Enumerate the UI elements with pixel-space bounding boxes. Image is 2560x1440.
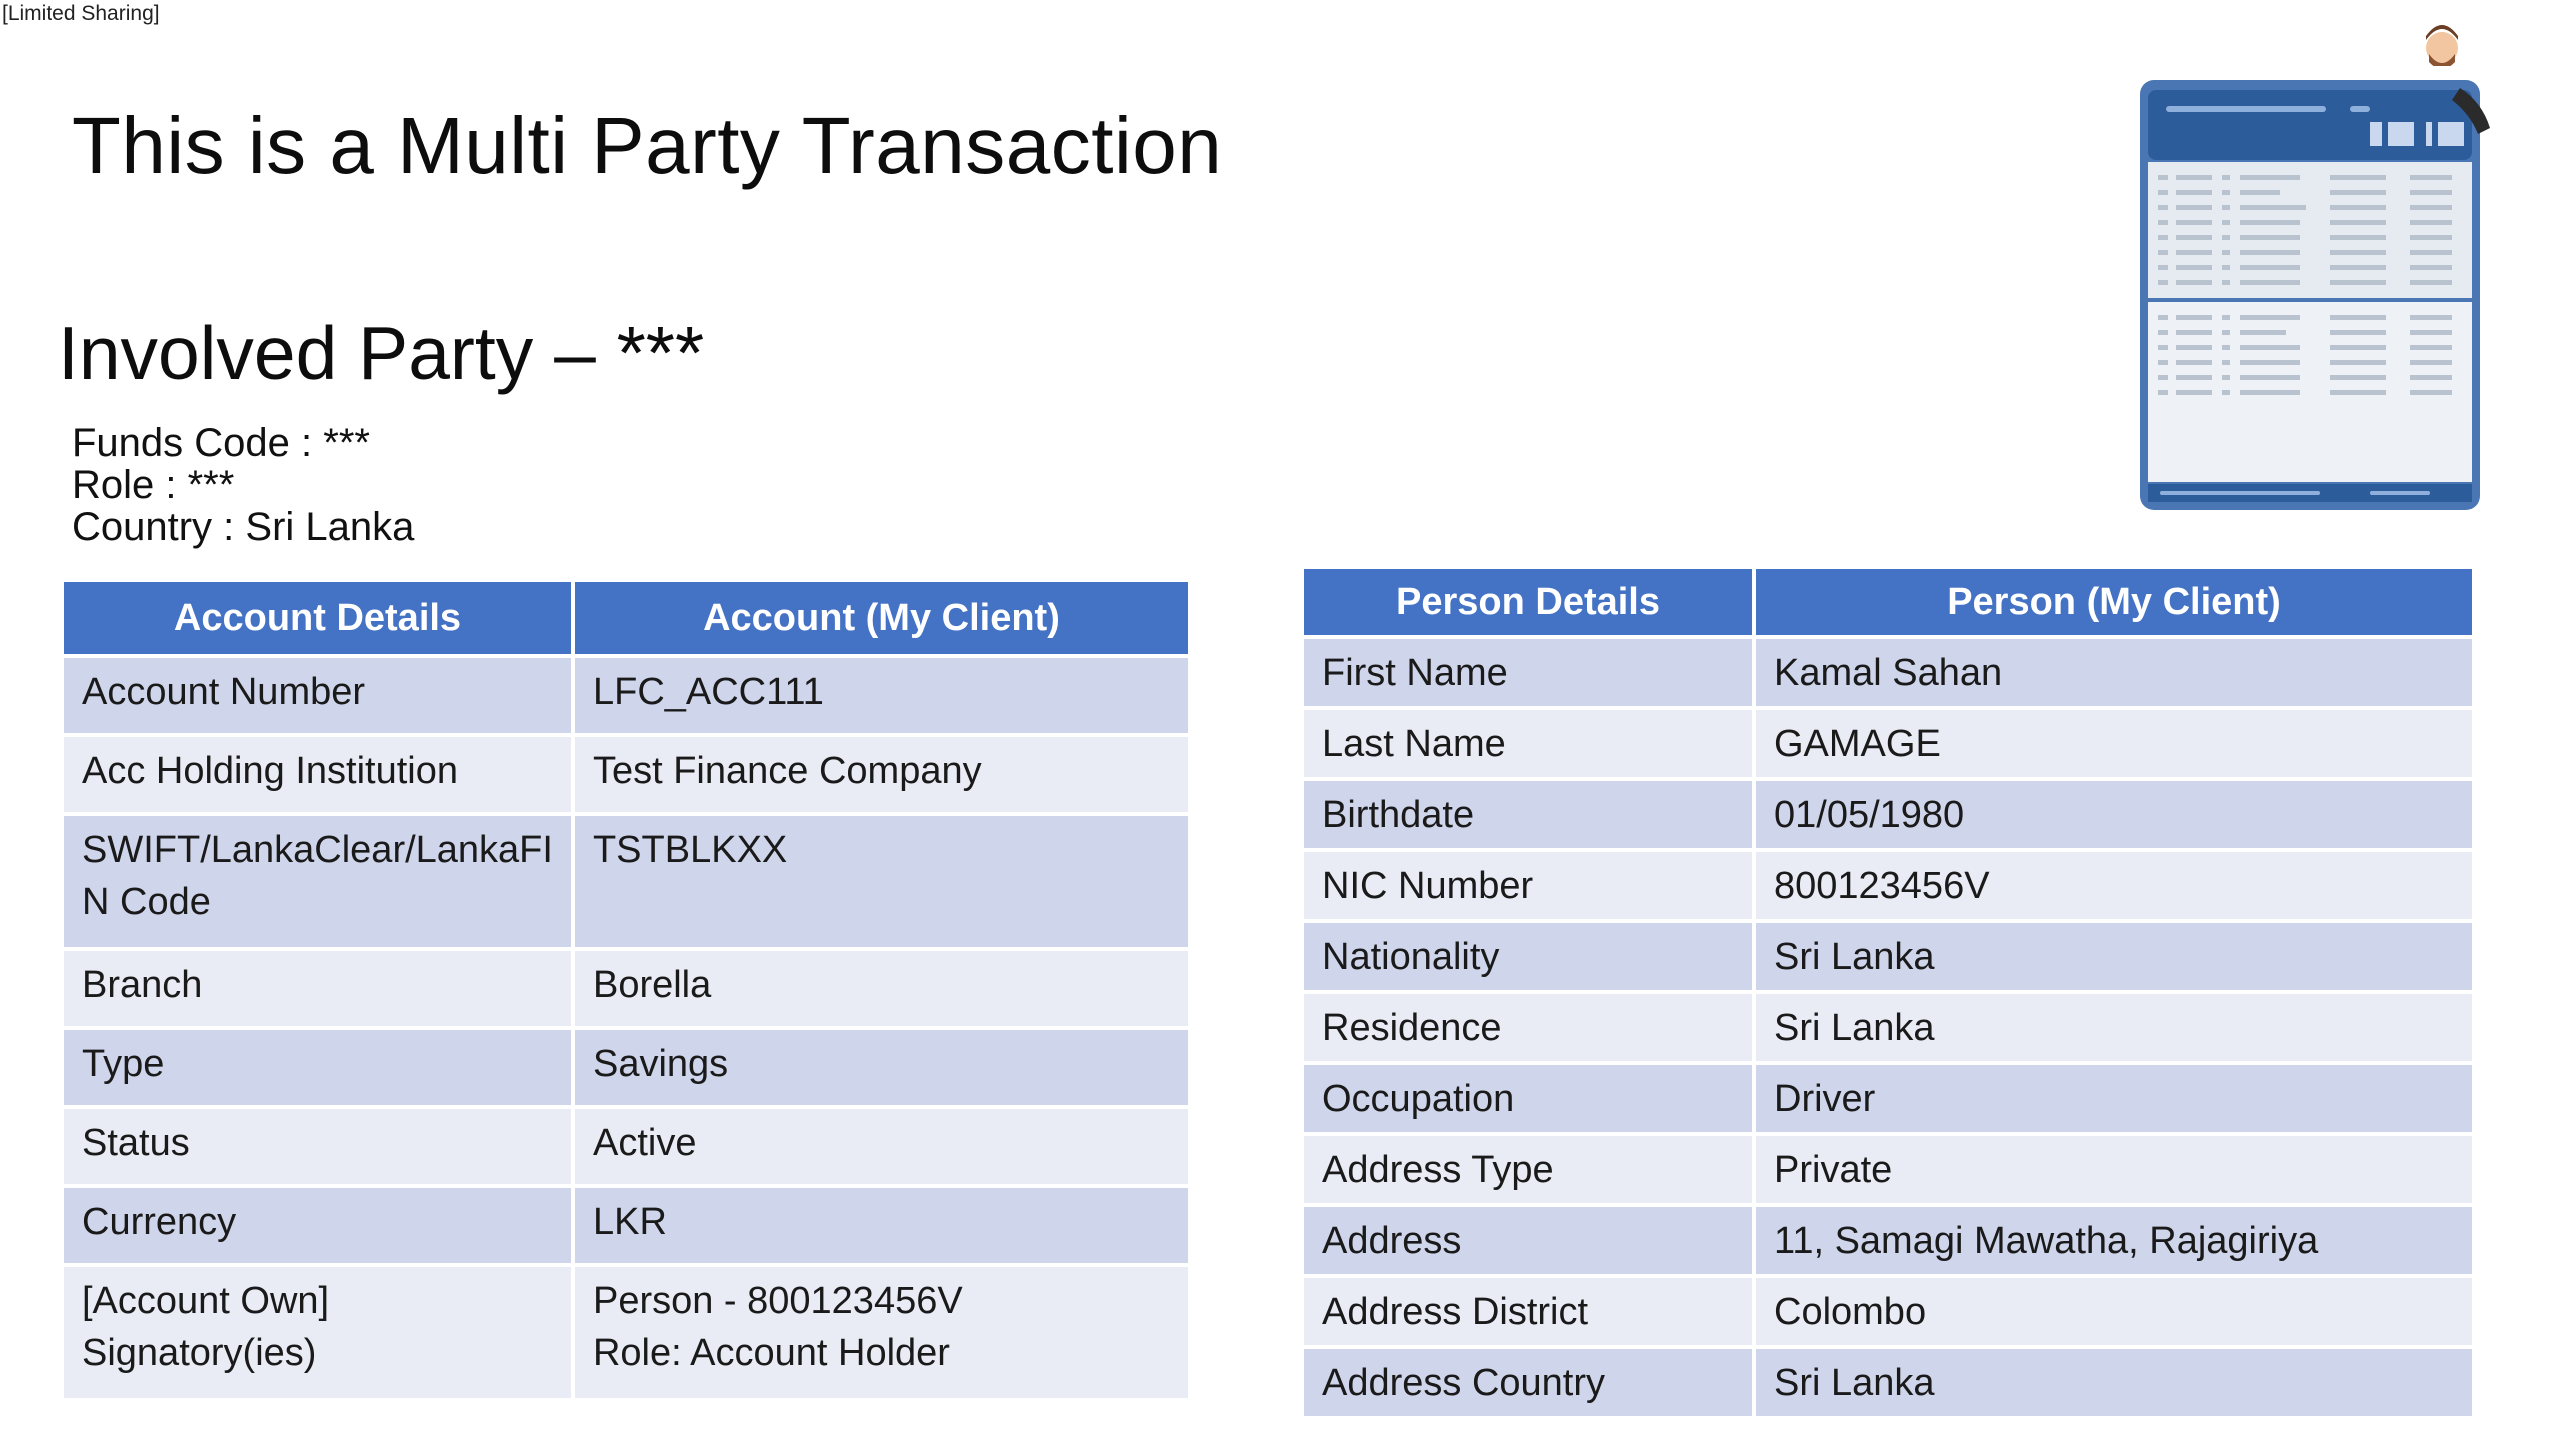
- person-details-table: Person Details Person (My Client) First …: [1304, 569, 2472, 1420]
- table-row-value: Sri Lanka: [1754, 921, 2472, 994]
- person-client-header: Person (My Client): [1754, 569, 2472, 639]
- table-row-value: Person - 800123456V Role: Account Holder: [572, 1265, 1188, 1402]
- table-row-value: Borella: [572, 949, 1188, 1030]
- table-row-value: Sri Lanka: [1754, 1347, 2472, 1420]
- table-row-value: TSTBLKXX: [572, 814, 1188, 951]
- table-row-label: Address District: [1304, 1276, 1756, 1349]
- person-details-header: Person Details: [1304, 569, 1756, 639]
- table-row-label: Address Type: [1304, 1134, 1756, 1207]
- table-row-label: Branch: [64, 949, 575, 1030]
- table-row-value: Private: [1754, 1134, 2472, 1207]
- funds-code-text: Funds Code : ***: [72, 421, 370, 465]
- limited-sharing-banner: [Limited Sharing]: [2, 2, 160, 25]
- table-row-value: Savings: [572, 1028, 1188, 1109]
- table-row-value: 01/05/1980: [1754, 779, 2472, 852]
- table-row-value: Test Finance Company: [572, 735, 1188, 816]
- table-row-value: Sri Lanka: [1754, 992, 2472, 1065]
- party-meta: Funds Code : *** Role : *** Country : Sr…: [72, 422, 414, 548]
- table-row-value: Active: [572, 1107, 1188, 1188]
- table-row-label: SWIFT/LankaClear/LankaFI N Code: [64, 814, 575, 951]
- table-row-value: 11, Samagi Mawatha, Rajagiriya: [1754, 1205, 2472, 1278]
- table-row-value: Colombo: [1754, 1276, 2472, 1349]
- table-row-value: 800123456V: [1754, 850, 2472, 923]
- table-row-label: Account Number: [64, 656, 575, 737]
- account-client-header: Account (My Client): [572, 582, 1188, 658]
- table-row-label: Address: [1304, 1205, 1756, 1278]
- account-details-table: Account Details Account (My Client) Acco…: [64, 582, 1188, 1402]
- table-row-label: Address Country: [1304, 1347, 1756, 1420]
- table-row-label: Status: [64, 1107, 575, 1188]
- table-row-label: Type: [64, 1028, 575, 1109]
- table-row-value: LKR: [572, 1186, 1188, 1267]
- table-row-label: Residence: [1304, 992, 1756, 1065]
- table-row-label: Last Name: [1304, 708, 1756, 781]
- spreadsheet-board: [2140, 80, 2480, 510]
- table-row-value: Kamal Sahan: [1754, 637, 2472, 710]
- table-row-label: NIC Number: [1304, 850, 1756, 923]
- role-text: Role : ***: [72, 463, 235, 507]
- table-row-label: Occupation: [1304, 1063, 1756, 1136]
- table-row-label: Acc Holding Institution: [64, 735, 575, 816]
- table-row-label: Currency: [64, 1186, 575, 1267]
- table-row-label: Nationality: [1304, 921, 1756, 994]
- table-row-label: [Account Own] Signatory(ies): [64, 1265, 575, 1402]
- table-row-value: GAMAGE: [1754, 708, 2472, 781]
- table-row-value: Driver: [1754, 1063, 2472, 1136]
- country-text: Country : Sri Lanka: [72, 505, 415, 549]
- table-row-label: Birthdate: [1304, 779, 1756, 852]
- presenter-with-spreadsheet-icon: [2140, 25, 2490, 510]
- slide-title: This is a Multi Party Transaction: [72, 101, 1223, 190]
- table-row-value: LFC_ACC111: [572, 656, 1188, 737]
- account-details-header: Account Details: [64, 582, 575, 658]
- involved-party-heading: Involved Party – ***: [58, 311, 705, 395]
- table-row-label: First Name: [1304, 637, 1756, 710]
